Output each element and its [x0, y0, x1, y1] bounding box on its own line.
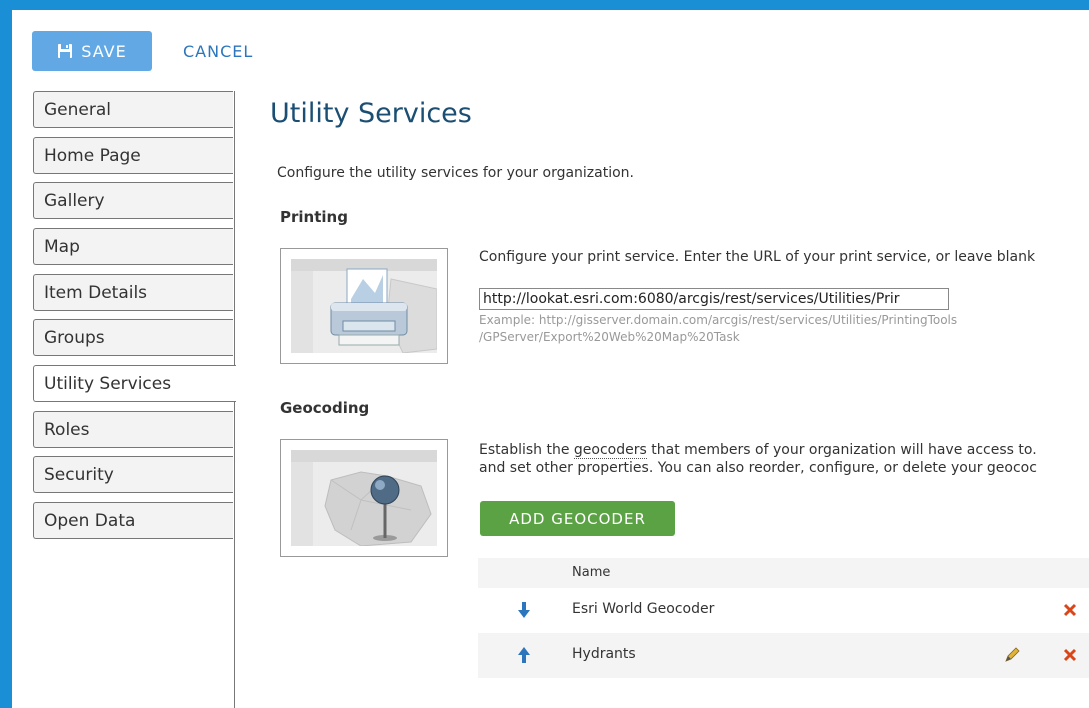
settings-panel: SAVE CANCEL General Home Page Gallery Ma…: [12, 10, 1089, 708]
sidebar-item-groups[interactable]: Groups: [33, 319, 233, 356]
delete-icon[interactable]: [1060, 600, 1080, 620]
column-header-name: Name: [572, 565, 611, 580]
printing-heading: Printing: [280, 208, 348, 226]
printing-thumbnail: [280, 248, 448, 364]
sidebar-item-security[interactable]: Security: [33, 456, 233, 493]
geocoders-link[interactable]: geocoders: [573, 442, 647, 459]
sidebar-item-open-data[interactable]: Open Data: [33, 502, 233, 539]
delete-icon[interactable]: [1060, 645, 1080, 665]
pencil-icon[interactable]: [1002, 645, 1022, 665]
sidebar-item-utility-services[interactable]: Utility Services: [33, 365, 236, 402]
floppy-disk-icon: [58, 44, 73, 58]
geocoding-description: Establish the geocoders that members of …: [479, 441, 1089, 477]
save-button[interactable]: SAVE: [32, 31, 152, 71]
sidebar-item-item-details[interactable]: Item Details: [33, 274, 233, 311]
sidebar-item-general[interactable]: General: [33, 91, 233, 128]
geocoding-desc-part2: that members of your organization will h…: [646, 442, 1037, 458]
sidebar-item-roles[interactable]: Roles: [33, 411, 233, 448]
printing-example-line2: /GPServer/Export%20Web%20Map%20Task: [479, 330, 740, 344]
map-pin-icon: [291, 450, 437, 546]
cancel-button[interactable]: CANCEL: [177, 31, 277, 71]
arrow-down-icon[interactable]: [516, 601, 532, 619]
arrow-up-icon[interactable]: [516, 646, 532, 664]
printing-example: Example: http://gisserver.domain.com/arc…: [479, 312, 1089, 346]
add-geocoder-button[interactable]: ADD GEOCODER: [480, 501, 675, 536]
printing-description: Configure your print service. Enter the …: [479, 249, 1036, 265]
geocoder-name: Hydrants: [572, 646, 636, 662]
printing-example-line1: Example: http://gisserver.domain.com/arc…: [479, 313, 958, 327]
geocoder-name: Esri World Geocoder: [572, 601, 715, 617]
sidebar-item-gallery[interactable]: Gallery: [33, 182, 233, 219]
settings-sidebar: General Home Page Gallery Map Item Detai…: [33, 91, 236, 708]
table-row: Esri World Geocoder: [478, 588, 1089, 633]
page-title: Utility Services: [270, 98, 472, 129]
geocoding-desc-line2: and set other properties. You can also r…: [479, 460, 1037, 476]
sidebar-item-home-page[interactable]: Home Page: [33, 137, 233, 174]
save-button-label: SAVE: [81, 41, 127, 61]
print-service-url-input[interactable]: [479, 288, 949, 310]
geocoding-thumbnail: [280, 439, 448, 557]
page-intro: Configure the utility services for your …: [277, 165, 635, 181]
geocoding-desc-part1: Establish the: [479, 442, 574, 458]
geocoder-table: Name Esri World Geocoder Hydrants: [478, 558, 1089, 678]
printer-icon: [291, 259, 437, 353]
sidebar-item-map[interactable]: Map: [33, 228, 233, 265]
geocoding-heading: Geocoding: [280, 399, 370, 417]
table-row: Hydrants: [478, 633, 1089, 678]
geocoder-table-header: Name: [478, 558, 1089, 588]
